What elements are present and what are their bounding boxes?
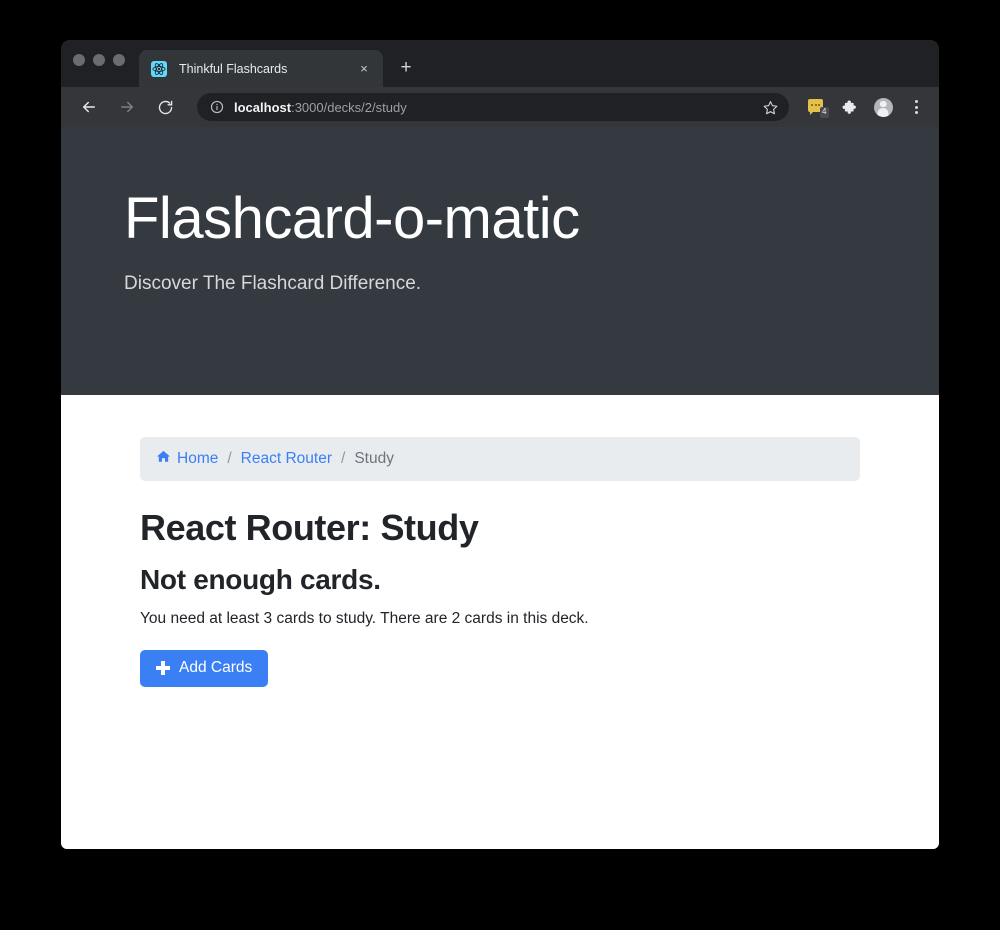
card-count-message: You need at least 3 cards to study. Ther… bbox=[140, 610, 589, 627]
url-text: localhost:3000/decks/2/study bbox=[234, 100, 759, 115]
profile-avatar-icon[interactable] bbox=[870, 94, 896, 120]
site-tagline: Discover The Flashcard Difference. bbox=[124, 272, 422, 294]
site-jumbotron: Flashcard-o-matic Discover The Flashcard… bbox=[61, 127, 939, 395]
page-container: Home / React Router / Study React Router… bbox=[61, 395, 939, 687]
browser-window: Thinkful Flashcards × + localhost:3000/d… bbox=[61, 40, 939, 849]
notifications-badge: 4 bbox=[819, 106, 829, 118]
forward-button[interactable] bbox=[113, 93, 141, 121]
breadcrumb-separator: / bbox=[341, 450, 346, 467]
url-host: localhost bbox=[234, 99, 292, 115]
page-title: React Router: Study bbox=[140, 507, 479, 548]
add-cards-label: Add Cards bbox=[179, 659, 253, 676]
home-icon bbox=[156, 449, 171, 469]
close-tab-icon[interactable]: × bbox=[355, 60, 373, 78]
breadcrumb-label-home: Home bbox=[177, 450, 219, 467]
kebab-dots bbox=[914, 100, 918, 114]
site-info-icon[interactable] bbox=[209, 100, 224, 115]
breadcrumb-item-deck[interactable]: React Router bbox=[241, 450, 332, 468]
breadcrumb-separator: / bbox=[227, 450, 232, 467]
window-traffic-lights bbox=[73, 40, 125, 87]
minimize-window-button[interactable] bbox=[93, 53, 105, 66]
maximize-window-button[interactable] bbox=[113, 53, 125, 66]
back-button[interactable] bbox=[75, 93, 103, 121]
new-tab-button[interactable]: + bbox=[393, 54, 419, 80]
breadcrumb: Home / React Router / Study bbox=[140, 437, 860, 481]
breadcrumb-item-home[interactable]: Home bbox=[156, 449, 218, 469]
bookmark-star-icon[interactable] bbox=[759, 96, 781, 118]
react-logo-favicon bbox=[151, 60, 167, 77]
url-path: :3000/decks/2/study bbox=[291, 99, 407, 115]
browser-tab[interactable]: Thinkful Flashcards × bbox=[139, 50, 383, 87]
section-heading: Not enough cards. bbox=[140, 564, 381, 595]
browser-toolbar: localhost:3000/decks/2/study 4 bbox=[61, 87, 939, 127]
add-cards-button[interactable]: Add Cards bbox=[140, 650, 269, 687]
site-title: Flashcard-o-matic bbox=[124, 186, 580, 251]
page-viewport: Flashcard-o-matic Discover The Flashcard… bbox=[61, 127, 939, 849]
reload-button[interactable] bbox=[151, 93, 179, 121]
toolbar-icons: 4 bbox=[797, 94, 929, 120]
address-bar[interactable]: localhost:3000/decks/2/study bbox=[197, 93, 789, 121]
puzzle-piece-icon[interactable] bbox=[837, 94, 863, 120]
breadcrumb-item-study: Study bbox=[354, 450, 394, 467]
kebab-menu-icon[interactable] bbox=[903, 94, 929, 120]
tab-title: Thinkful Flashcards bbox=[179, 61, 288, 76]
close-window-button[interactable] bbox=[73, 53, 85, 66]
notifications-icon[interactable]: 4 bbox=[804, 94, 830, 120]
tab-strip: Thinkful Flashcards × + bbox=[61, 40, 939, 87]
avatar bbox=[873, 97, 893, 117]
plus-icon bbox=[156, 661, 170, 675]
